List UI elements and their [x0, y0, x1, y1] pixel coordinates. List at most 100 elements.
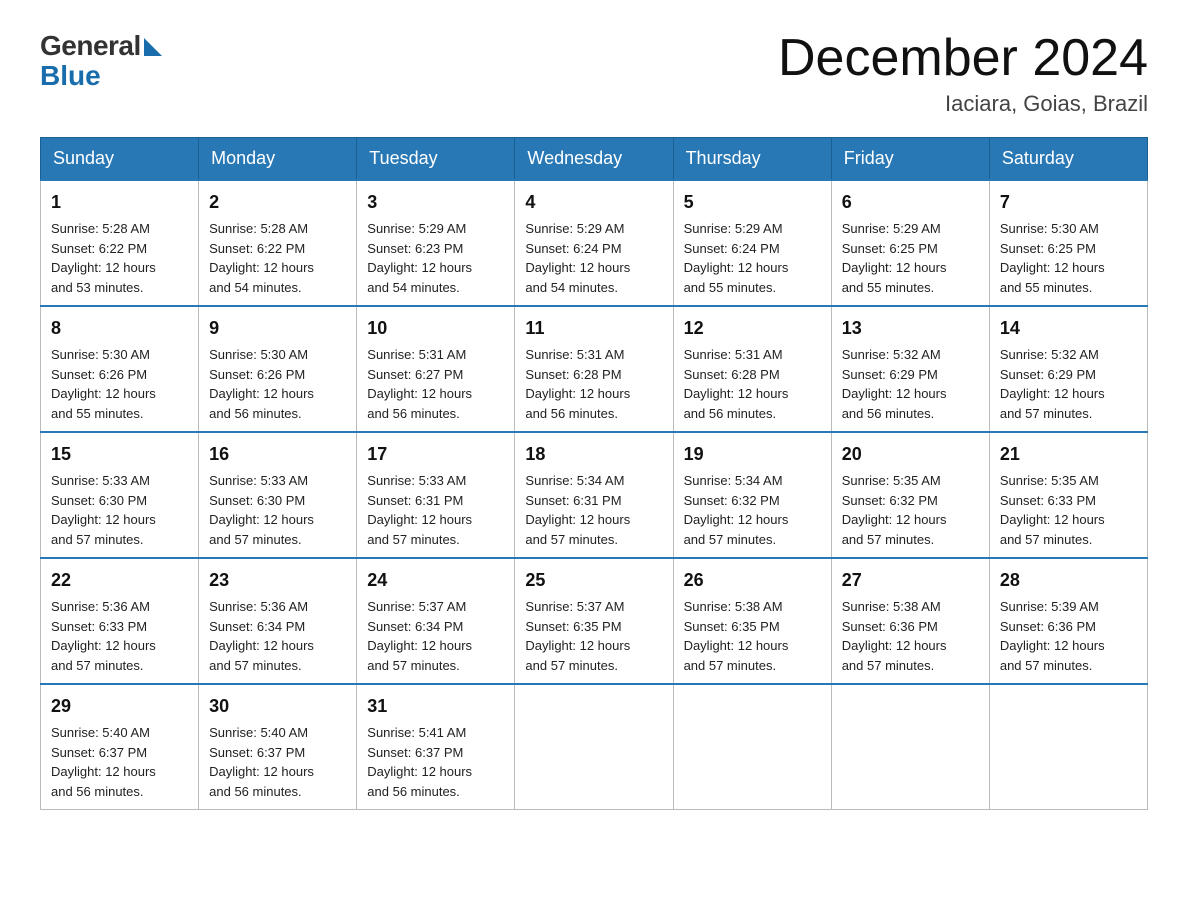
calendar-cell: 6 Sunrise: 5:29 AMSunset: 6:25 PMDaylight… — [831, 180, 989, 306]
calendar-cell: 31 Sunrise: 5:41 AMSunset: 6:37 PMDayligh… — [357, 684, 515, 810]
day-number: 16 — [209, 441, 346, 468]
day-number: 23 — [209, 567, 346, 594]
logo-triangle-icon — [144, 38, 162, 56]
calendar-cell: 21 Sunrise: 5:35 AMSunset: 6:33 PMDayligh… — [989, 432, 1147, 558]
day-info: Sunrise: 5:39 AMSunset: 6:36 PMDaylight:… — [1000, 597, 1137, 675]
day-number: 2 — [209, 189, 346, 216]
weekday-header-wednesday: Wednesday — [515, 138, 673, 181]
day-info: Sunrise: 5:30 AMSunset: 6:25 PMDaylight:… — [1000, 219, 1137, 297]
calendar-cell: 23 Sunrise: 5:36 AMSunset: 6:34 PMDayligh… — [199, 558, 357, 684]
day-info: Sunrise: 5:29 AMSunset: 6:25 PMDaylight:… — [842, 219, 979, 297]
weekday-header-thursday: Thursday — [673, 138, 831, 181]
day-info: Sunrise: 5:30 AMSunset: 6:26 PMDaylight:… — [209, 345, 346, 423]
day-info: Sunrise: 5:36 AMSunset: 6:33 PMDaylight:… — [51, 597, 188, 675]
day-info: Sunrise: 5:32 AMSunset: 6:29 PMDaylight:… — [1000, 345, 1137, 423]
calendar-cell: 7 Sunrise: 5:30 AMSunset: 6:25 PMDaylight… — [989, 180, 1147, 306]
day-info: Sunrise: 5:28 AMSunset: 6:22 PMDaylight:… — [51, 219, 188, 297]
day-number: 6 — [842, 189, 979, 216]
day-info: Sunrise: 5:40 AMSunset: 6:37 PMDaylight:… — [51, 723, 188, 801]
day-number: 27 — [842, 567, 979, 594]
day-number: 11 — [525, 315, 662, 342]
logo-general-text: General — [40, 30, 141, 62]
day-number: 28 — [1000, 567, 1137, 594]
calendar-cell: 19 Sunrise: 5:34 AMSunset: 6:32 PMDayligh… — [673, 432, 831, 558]
day-number: 19 — [684, 441, 821, 468]
day-info: Sunrise: 5:30 AMSunset: 6:26 PMDaylight:… — [51, 345, 188, 423]
calendar-cell — [831, 684, 989, 810]
calendar-cell: 17 Sunrise: 5:33 AMSunset: 6:31 PMDayligh… — [357, 432, 515, 558]
day-info: Sunrise: 5:33 AMSunset: 6:30 PMDaylight:… — [51, 471, 188, 549]
day-number: 31 — [367, 693, 504, 720]
day-number: 24 — [367, 567, 504, 594]
day-number: 5 — [684, 189, 821, 216]
calendar-cell: 3Sunrise: 5:29 AMSunset: 6:23 PMDaylight… — [357, 180, 515, 306]
day-info: Sunrise: 5:40 AMSunset: 6:37 PMDaylight:… — [209, 723, 346, 801]
day-info: Sunrise: 5:34 AMSunset: 6:32 PMDaylight:… — [684, 471, 821, 549]
day-info: Sunrise: 5:34 AMSunset: 6:31 PMDaylight:… — [525, 471, 662, 549]
day-info: Sunrise: 5:38 AMSunset: 6:36 PMDaylight:… — [842, 597, 979, 675]
day-number: 29 — [51, 693, 188, 720]
day-info: Sunrise: 5:36 AMSunset: 6:34 PMDaylight:… — [209, 597, 346, 675]
calendar-cell: 15Sunrise: 5:33 AMSunset: 6:30 PMDayligh… — [41, 432, 199, 558]
calendar-cell: 30Sunrise: 5:40 AMSunset: 6:37 PMDayligh… — [199, 684, 357, 810]
calendar-cell: 24 Sunrise: 5:37 AMSunset: 6:34 PMDayligh… — [357, 558, 515, 684]
calendar-cell: 12Sunrise: 5:31 AMSunset: 6:28 PMDayligh… — [673, 306, 831, 432]
calendar-cell — [989, 684, 1147, 810]
day-number: 13 — [842, 315, 979, 342]
calendar-cell: 8 Sunrise: 5:30 AMSunset: 6:26 PMDaylight… — [41, 306, 199, 432]
calendar-cell: 16 Sunrise: 5:33 AMSunset: 6:30 PMDayligh… — [199, 432, 357, 558]
day-number: 8 — [51, 315, 188, 342]
weekday-header-sunday: Sunday — [41, 138, 199, 181]
day-number: 10 — [367, 315, 504, 342]
day-info: Sunrise: 5:41 AMSunset: 6:37 PMDaylight:… — [367, 723, 504, 801]
calendar-cell: 9 Sunrise: 5:30 AMSunset: 6:26 PMDaylight… — [199, 306, 357, 432]
day-info: Sunrise: 5:35 AMSunset: 6:33 PMDaylight:… — [1000, 471, 1137, 549]
calendar-cell: 28 Sunrise: 5:39 AMSunset: 6:36 PMDayligh… — [989, 558, 1147, 684]
calendar-cell: 29 Sunrise: 5:40 AMSunset: 6:37 PMDayligh… — [41, 684, 199, 810]
day-info: Sunrise: 5:29 AMSunset: 6:23 PMDaylight:… — [367, 219, 504, 297]
week-row-1: 1 Sunrise: 5:28 AMSunset: 6:22 PMDaylight… — [41, 180, 1148, 306]
day-info: Sunrise: 5:37 AMSunset: 6:34 PMDaylight:… — [367, 597, 504, 675]
day-number: 25 — [525, 567, 662, 594]
calendar-cell: 25Sunrise: 5:37 AMSunset: 6:35 PMDayligh… — [515, 558, 673, 684]
day-info: Sunrise: 5:38 AMSunset: 6:35 PMDaylight:… — [684, 597, 821, 675]
calendar-cell: 11 Sunrise: 5:31 AMSunset: 6:28 PMDayligh… — [515, 306, 673, 432]
day-number: 22 — [51, 567, 188, 594]
calendar-cell: 18 Sunrise: 5:34 AMSunset: 6:31 PMDayligh… — [515, 432, 673, 558]
day-number: 18 — [525, 441, 662, 468]
location-subtitle: Iaciara, Goias, Brazil — [778, 91, 1148, 117]
day-number: 7 — [1000, 189, 1137, 216]
calendar-cell — [515, 684, 673, 810]
calendar-cell: 26Sunrise: 5:38 AMSunset: 6:35 PMDayligh… — [673, 558, 831, 684]
day-info: Sunrise: 5:31 AMSunset: 6:27 PMDaylight:… — [367, 345, 504, 423]
title-area: December 2024 Iaciara, Goias, Brazil — [778, 30, 1148, 117]
day-number: 4 — [525, 189, 662, 216]
week-row-4: 22 Sunrise: 5:36 AMSunset: 6:33 PMDayligh… — [41, 558, 1148, 684]
day-number: 21 — [1000, 441, 1137, 468]
calendar-cell: 14Sunrise: 5:32 AMSunset: 6:29 PMDayligh… — [989, 306, 1147, 432]
calendar-table: SundayMondayTuesdayWednesdayThursdayFrid… — [40, 137, 1148, 810]
calendar-cell: 1 Sunrise: 5:28 AMSunset: 6:22 PMDaylight… — [41, 180, 199, 306]
day-number: 17 — [367, 441, 504, 468]
weekday-header-friday: Friday — [831, 138, 989, 181]
calendar-cell: 4 Sunrise: 5:29 AMSunset: 6:24 PMDaylight… — [515, 180, 673, 306]
weekday-header-row: SundayMondayTuesdayWednesdayThursdayFrid… — [41, 138, 1148, 181]
calendar-cell: 13Sunrise: 5:32 AMSunset: 6:29 PMDayligh… — [831, 306, 989, 432]
page-header: General Blue December 2024 Iaciara, Goia… — [40, 30, 1148, 117]
day-info: Sunrise: 5:31 AMSunset: 6:28 PMDaylight:… — [525, 345, 662, 423]
calendar-cell: 2Sunrise: 5:28 AMSunset: 6:22 PMDaylight… — [199, 180, 357, 306]
calendar-cell: 5 Sunrise: 5:29 AMSunset: 6:24 PMDaylight… — [673, 180, 831, 306]
day-info: Sunrise: 5:29 AMSunset: 6:24 PMDaylight:… — [525, 219, 662, 297]
week-row-2: 8 Sunrise: 5:30 AMSunset: 6:26 PMDaylight… — [41, 306, 1148, 432]
day-number: 9 — [209, 315, 346, 342]
calendar-cell: 20Sunrise: 5:35 AMSunset: 6:32 PMDayligh… — [831, 432, 989, 558]
logo-blue-text: Blue — [40, 60, 101, 92]
calendar-cell — [673, 684, 831, 810]
day-info: Sunrise: 5:29 AMSunset: 6:24 PMDaylight:… — [684, 219, 821, 297]
day-info: Sunrise: 5:33 AMSunset: 6:31 PMDaylight:… — [367, 471, 504, 549]
weekday-header-monday: Monday — [199, 138, 357, 181]
day-number: 1 — [51, 189, 188, 216]
day-number: 12 — [684, 315, 821, 342]
calendar-cell: 10 Sunrise: 5:31 AMSunset: 6:27 PMDayligh… — [357, 306, 515, 432]
day-info: Sunrise: 5:33 AMSunset: 6:30 PMDaylight:… — [209, 471, 346, 549]
